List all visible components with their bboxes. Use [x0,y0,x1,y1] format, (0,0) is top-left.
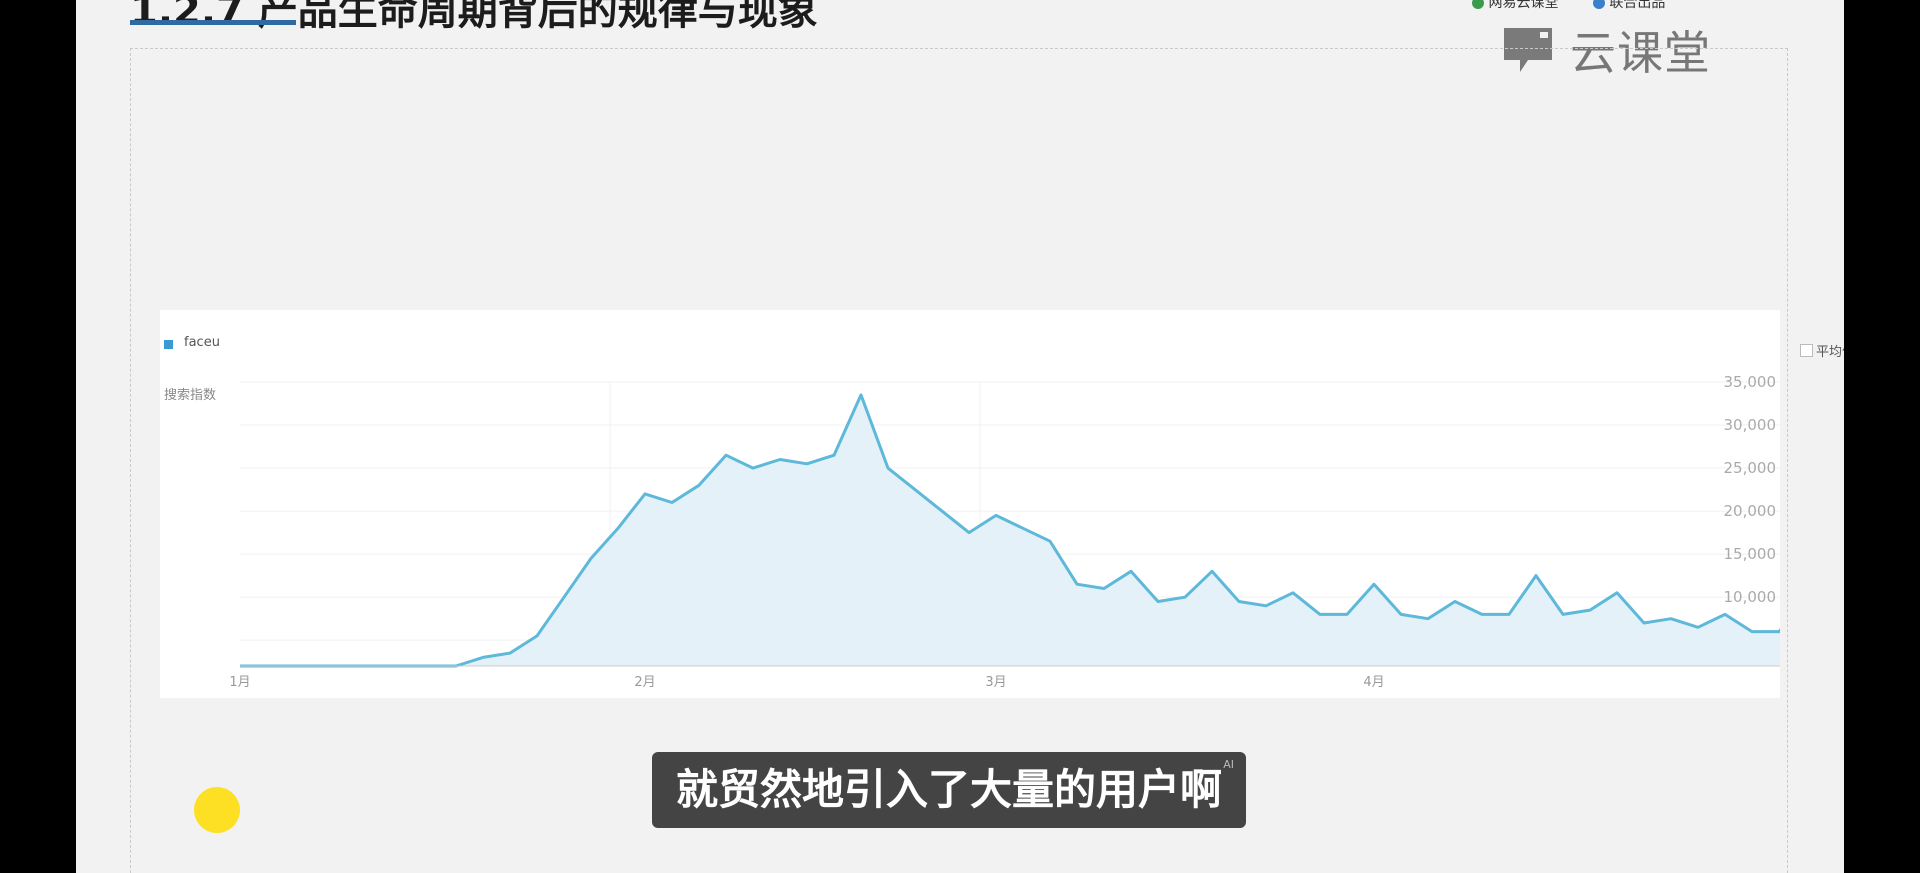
slide: 1.2.7 产品生命周期背后的规律与现象 网易云课堂 联合出品 云课堂 face… [76,0,1844,873]
y-tick-label: 35,000 [1724,373,1777,391]
subtitle-caption: 就贸然地引入了大量的用户啊 AI [652,752,1247,828]
average-checkbox[interactable] [1800,344,1813,357]
cursor-highlight [194,787,240,833]
y-tick-label: 30,000 [1724,416,1777,434]
header-partners: 网易云课堂 联合出品 [1472,0,1844,11]
partner-logo-icon [1472,0,1484,9]
x-tick-label: 3月 [985,675,1006,690]
partner-logo-icon [1592,0,1605,9]
subtitle-text: 就贸然地引入了大量的用户啊 [676,765,1223,814]
x-tick-label: 2月 [634,675,655,690]
x-tick-label: 4月 [1363,675,1384,690]
y-tick-label: 10,000 [1724,588,1777,606]
y-tick-label: 20,000 [1724,502,1777,520]
x-tick-label: 1月 [229,675,250,690]
slide-title: 1.2.7 产品生命周期背后的规律与现象 [130,0,818,34]
partner-name: 网易云课堂 [1488,0,1559,11]
average-label[interactable]: 平均值 [1816,341,1844,360]
y-tick-label: 15,000 [1724,545,1777,563]
ai-badge: AI [1223,758,1235,771]
chart-svg: 5,00010,00015,00020,00025,00030,00035,00… [229,373,1780,690]
series-area [240,394,1780,666]
partner-name: 联合出品 [1609,0,1666,11]
title-underline [130,20,296,25]
y-tick-label: 25,000 [1724,459,1777,477]
search-index-chart: faceu 平均值 搜索指数 5,00010,00015,00020,00025… [160,310,1844,698]
